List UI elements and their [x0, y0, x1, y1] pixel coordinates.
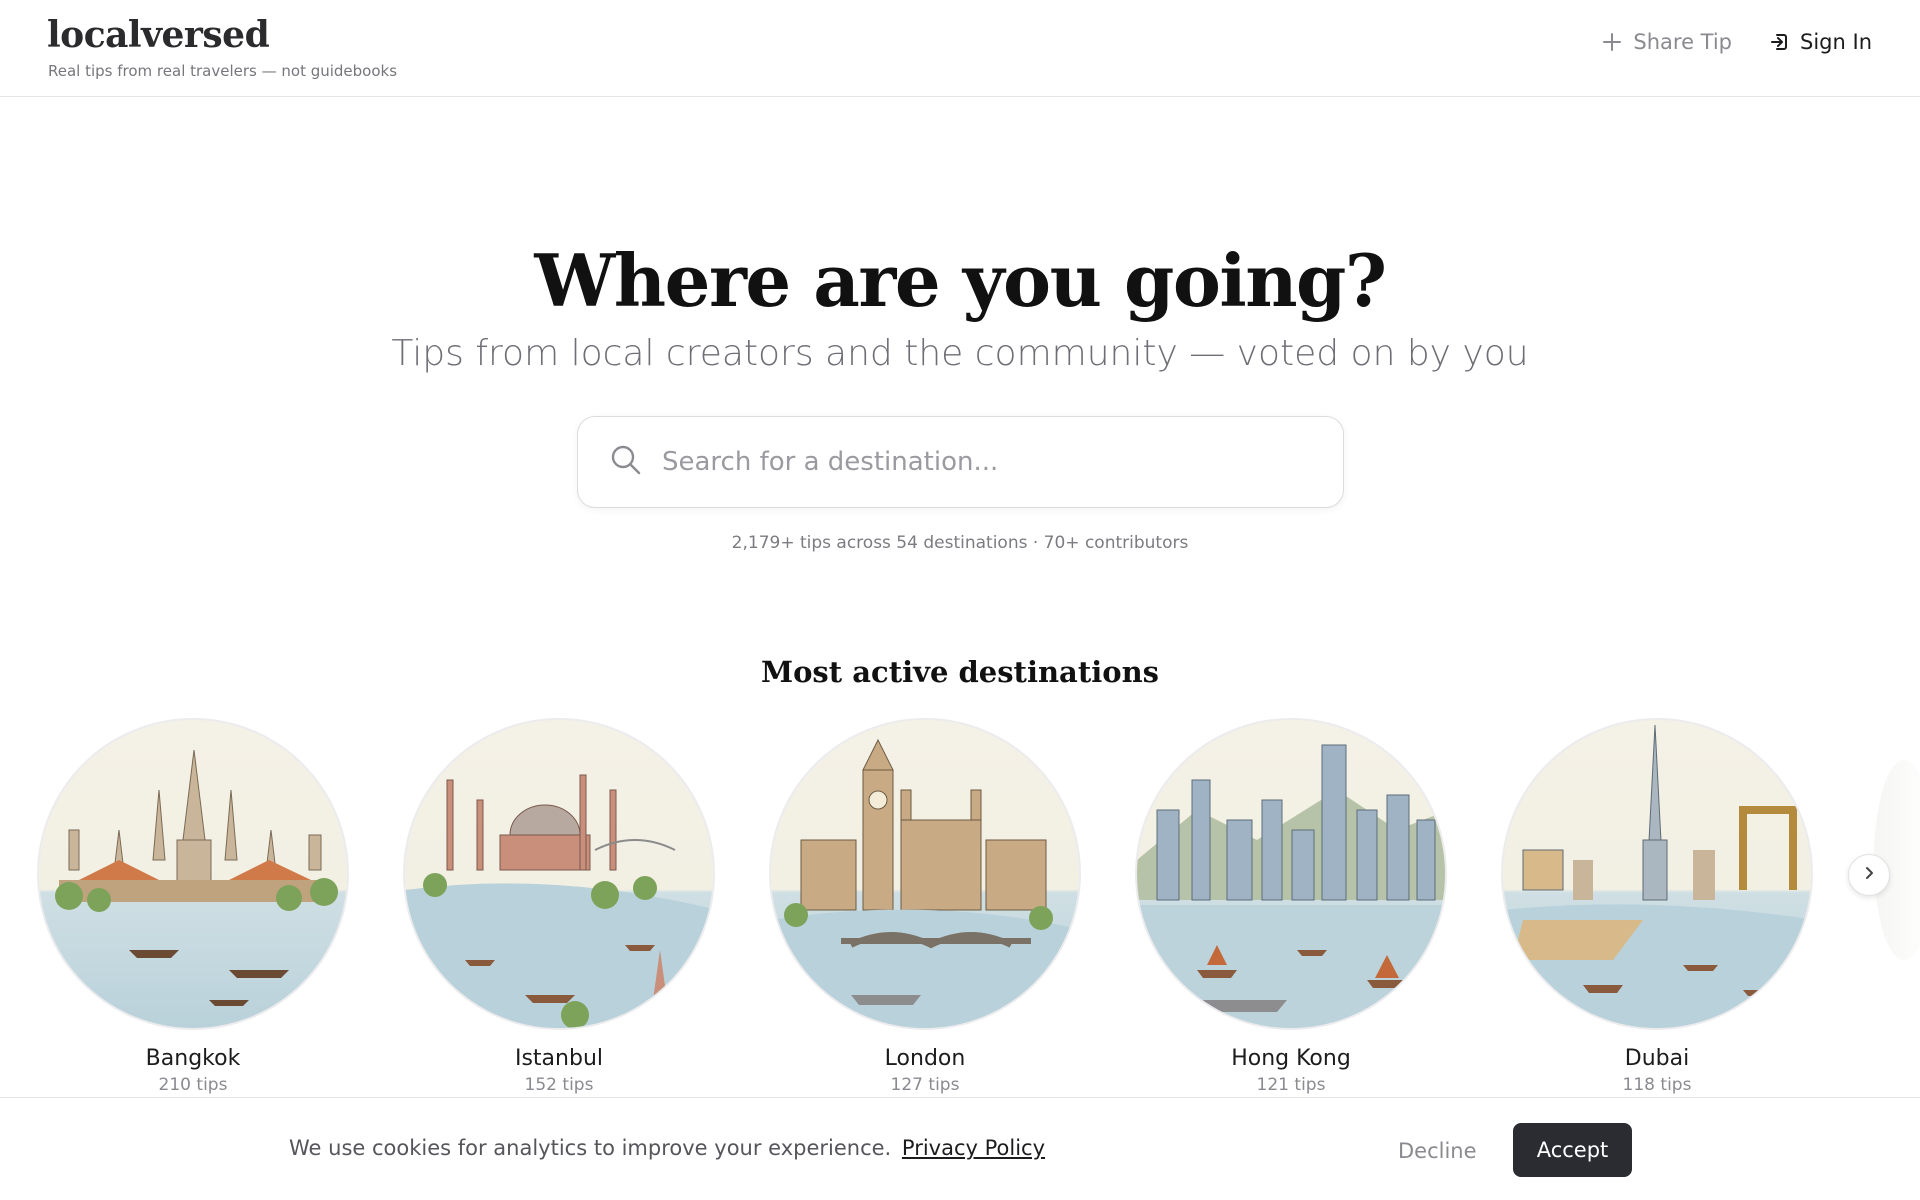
- search-input[interactable]: [662, 447, 1302, 477]
- destination-image-bangkok: [37, 718, 349, 1030]
- hero-title: Where are you going?: [534, 238, 1387, 323]
- site-header: localversed Real tips from real traveler…: [0, 0, 1920, 97]
- decline-button[interactable]: Decline: [1374, 1124, 1501, 1178]
- sign-in-icon: [1768, 31, 1790, 53]
- header-nav: Share Tip Sign In: [1601, 30, 1872, 54]
- sign-in-button[interactable]: Sign In: [1768, 30, 1872, 54]
- search-box[interactable]: [577, 416, 1344, 508]
- destination-name: Hong Kong: [1231, 1046, 1351, 1071]
- site-stats: 2,179+ tips across 54 destinations · 70+…: [731, 533, 1189, 553]
- search-icon: [610, 444, 642, 480]
- destination-tip-count: 152 tips: [524, 1075, 594, 1095]
- chevron-right-icon: [1861, 865, 1877, 885]
- share-tip-label: Share Tip: [1633, 30, 1733, 54]
- hero-subtitle: Tips from local creators and the communi…: [391, 333, 1529, 374]
- destination-image-hong-kong: [1135, 718, 1447, 1030]
- destination-image-istanbul: [403, 718, 715, 1030]
- destination-tip-count: 210 tips: [158, 1075, 228, 1095]
- destination-image-dubai: [1501, 718, 1813, 1030]
- destination-tip-count: 121 tips: [1256, 1075, 1326, 1095]
- plus-icon: [1601, 31, 1623, 53]
- destination-card-hong-kong[interactable]: Hong Kong 121 tips: [1135, 718, 1447, 1095]
- destination-tip-count: 127 tips: [890, 1075, 960, 1095]
- cookie-message: We use cookies for analytics to improve …: [289, 1136, 892, 1160]
- destination-name: Bangkok: [145, 1046, 241, 1071]
- logo[interactable]: localversed: [47, 14, 270, 56]
- privacy-policy-link[interactable]: Privacy Policy: [902, 1136, 1045, 1160]
- destination-image-london: [769, 718, 1081, 1030]
- destination-card-london[interactable]: London 127 tips: [769, 718, 1081, 1095]
- tagline: Real tips from real travelers — not guid…: [48, 62, 398, 80]
- cookie-banner: We use cookies for analytics to improve …: [0, 1097, 1920, 1200]
- cookie-text: We use cookies for analytics to improve …: [289, 1136, 1045, 1160]
- destination-name: Dubai: [1624, 1046, 1690, 1071]
- accept-button[interactable]: Accept: [1513, 1123, 1632, 1177]
- destination-card-dubai[interactable]: Dubai 118 tips: [1501, 718, 1813, 1095]
- section-title: Most active destinations: [760, 655, 1160, 689]
- sign-in-label: Sign In: [1800, 30, 1872, 54]
- destination-card-bangkok[interactable]: Bangkok 210 tips: [37, 718, 349, 1095]
- share-tip-button[interactable]: Share Tip: [1601, 30, 1732, 54]
- carousel-next-button[interactable]: [1848, 854, 1890, 896]
- destination-tip-count: 118 tips: [1622, 1075, 1692, 1095]
- destination-card-istanbul[interactable]: Istanbul 152 tips: [403, 718, 715, 1095]
- destination-name: London: [884, 1046, 966, 1071]
- destination-name: Istanbul: [514, 1046, 604, 1071]
